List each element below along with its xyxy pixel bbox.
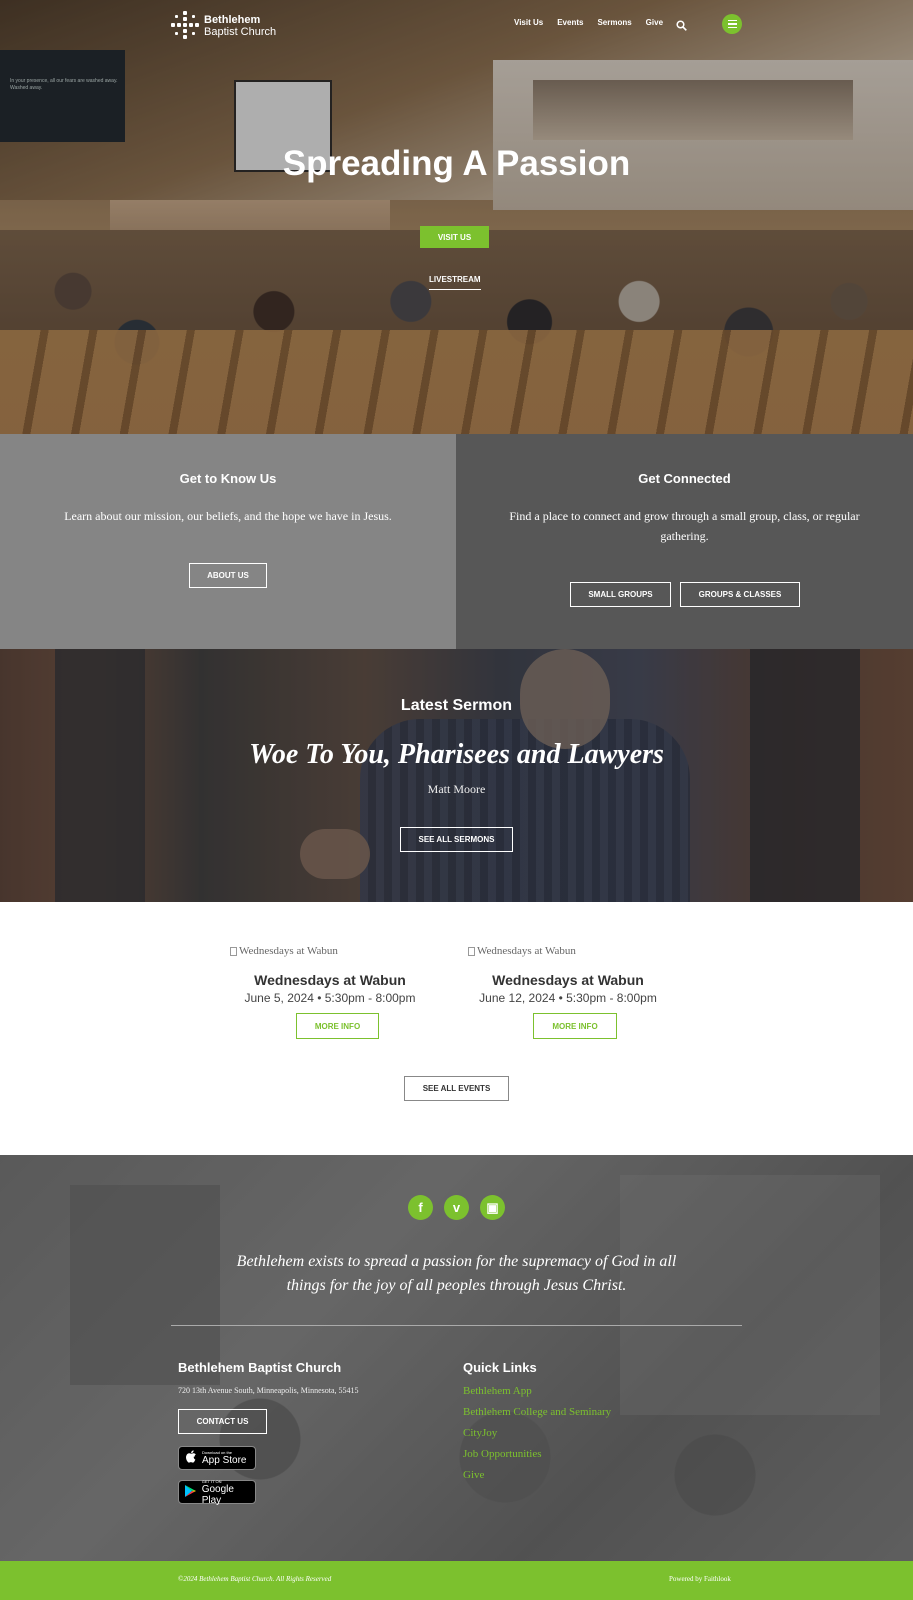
- hero-overlay: [0, 0, 913, 434]
- quick-link-job-opportunities[interactable]: Job Opportunities: [463, 1444, 611, 1465]
- google-play-icon: [184, 1484, 198, 1500]
- see-all-events-button[interactable]: SEE ALL EVENTS: [404, 1076, 509, 1101]
- nav-item-sermons[interactable]: Sermons: [597, 18, 631, 27]
- event-date: June 5, 2024 • 5:30pm - 8:00pm: [244, 991, 416, 1005]
- event-image[interactable]: Wednesdays at Wabun: [468, 945, 576, 957]
- logo-cross-icon: [171, 11, 200, 41]
- visit-us-button[interactable]: VISIT US: [420, 226, 489, 248]
- panel-title: Get Connected: [638, 471, 731, 486]
- event-title[interactable]: Wednesdays at Wabun: [230, 972, 430, 988]
- panel-text: Learn about our mission, our beliefs, an…: [64, 509, 392, 523]
- event-title[interactable]: Wednesdays at Wabun: [468, 972, 668, 988]
- search-icon[interactable]: [676, 18, 687, 31]
- livestream-link[interactable]: LIVESTREAM: [429, 275, 481, 290]
- more-info-button[interactable]: MORE INFO: [296, 1013, 379, 1039]
- event-image-alt: Wednesdays at Wabun: [477, 945, 576, 957]
- facebook-icon[interactable]: f: [408, 1195, 433, 1220]
- get-to-know-us-panel: Get to Know Us Learn about our mission, …: [0, 434, 456, 649]
- quick-link-bethlehem-app[interactable]: Bethlehem App: [463, 1381, 611, 1402]
- broken-image-icon: [468, 946, 475, 956]
- latest-sermon-section: Latest Sermon Woe To You, Pharisees and …: [0, 649, 913, 902]
- main-nav: Visit Us Events Sermons Give: [514, 18, 663, 27]
- site-footer: f v ▣ Bethlehem exists to spread a passi…: [0, 1155, 913, 1561]
- get-connected-panel: Get Connected Find a place to connect an…: [456, 434, 913, 649]
- google-play-label: Google Play: [201, 1483, 234, 1506]
- podcast-icon[interactable]: ▣: [480, 1195, 505, 1220]
- quick-link-give[interactable]: Give: [463, 1465, 611, 1486]
- app-store-badge[interactable]: Download on the App Store: [178, 1446, 256, 1470]
- event-date: June 12, 2024 • 5:30pm - 8:00pm: [479, 991, 657, 1005]
- app-store-label: App Store: [202, 1455, 247, 1466]
- event-image-alt: Wednesdays at Wabun: [239, 945, 338, 957]
- site-logo[interactable]: Bethlehem Baptist Church: [171, 11, 276, 41]
- logo-line1: Bethlehem: [204, 14, 261, 26]
- small-groups-button[interactable]: SMALL GROUPS: [570, 582, 671, 607]
- hero-section: In your presence, all our fears are wash…: [0, 0, 913, 434]
- more-info-button[interactable]: MORE INFO: [533, 1013, 617, 1039]
- footer-church-name: Bethlehem Baptist Church: [178, 1360, 342, 1375]
- broken-image-icon: [230, 946, 237, 956]
- sermon-overlay: [0, 649, 913, 902]
- see-all-sermons-button[interactable]: SEE ALL SERMONS: [400, 827, 513, 852]
- quick-links-list: Bethlehem App Bethlehem College and Semi…: [463, 1381, 611, 1486]
- quick-link-cityjoy[interactable]: CityJoy: [463, 1423, 611, 1444]
- nav-item-give[interactable]: Give: [646, 18, 663, 27]
- mission-line-2: things for the joy of all peoples throug…: [286, 1277, 627, 1294]
- hamburger-icon[interactable]: [722, 14, 742, 34]
- logo-line2: Baptist Church: [204, 26, 277, 38]
- footer-address: 720 13th Avenue South, Minneapolis, Minn…: [178, 1386, 359, 1395]
- contact-us-button[interactable]: CONTACT US: [178, 1409, 267, 1434]
- sermon-heading: Latest Sermon: [400, 697, 513, 714]
- nav-item-visit-us[interactable]: Visit Us: [514, 18, 543, 27]
- sermon-speaker: Matt Moore: [427, 782, 486, 796]
- powered-by-link[interactable]: Powered by Faithlook: [669, 1575, 731, 1583]
- events-section: Wednesdays at Wabun Wednesdays at Wabun …: [0, 902, 913, 1155]
- quick-link-college-seminary[interactable]: Bethlehem College and Seminary: [463, 1402, 611, 1423]
- event-image[interactable]: Wednesdays at Wabun: [230, 945, 338, 957]
- about-us-button[interactable]: ABOUT US: [189, 563, 267, 588]
- nav-item-events[interactable]: Events: [557, 18, 583, 27]
- footer-divider: [171, 1325, 742, 1326]
- footer-bottom-bar: ©2024 Bethlehem Baptist Church. All Righ…: [0, 1561, 913, 1600]
- sermon-title[interactable]: Woe To You, Pharisees and Lawyers: [0, 739, 913, 771]
- google-play-badge[interactable]: GET IT ON Google Play: [178, 1479, 256, 1506]
- apple-icon: [184, 1450, 198, 1466]
- mission-line-1: Bethlehem exists to spread a passion for…: [236, 1253, 677, 1270]
- hero-title: Spreading A Passion: [282, 144, 631, 183]
- logo-text: Bethlehem Baptist Church: [204, 14, 276, 38]
- quick-links-title: Quick Links: [463, 1360, 537, 1375]
- panel-title: Get to Know Us: [179, 471, 277, 486]
- vimeo-icon[interactable]: v: [444, 1195, 469, 1220]
- panel-text: Find a place to connect and grow through…: [509, 509, 860, 543]
- copyright-text: ©2024 Bethlehem Baptist Church. All Righ…: [178, 1575, 332, 1583]
- mission-statement: Bethlehem exists to spread a passion for…: [0, 1250, 913, 1298]
- groups-classes-button[interactable]: GROUPS & CLASSES: [680, 582, 800, 607]
